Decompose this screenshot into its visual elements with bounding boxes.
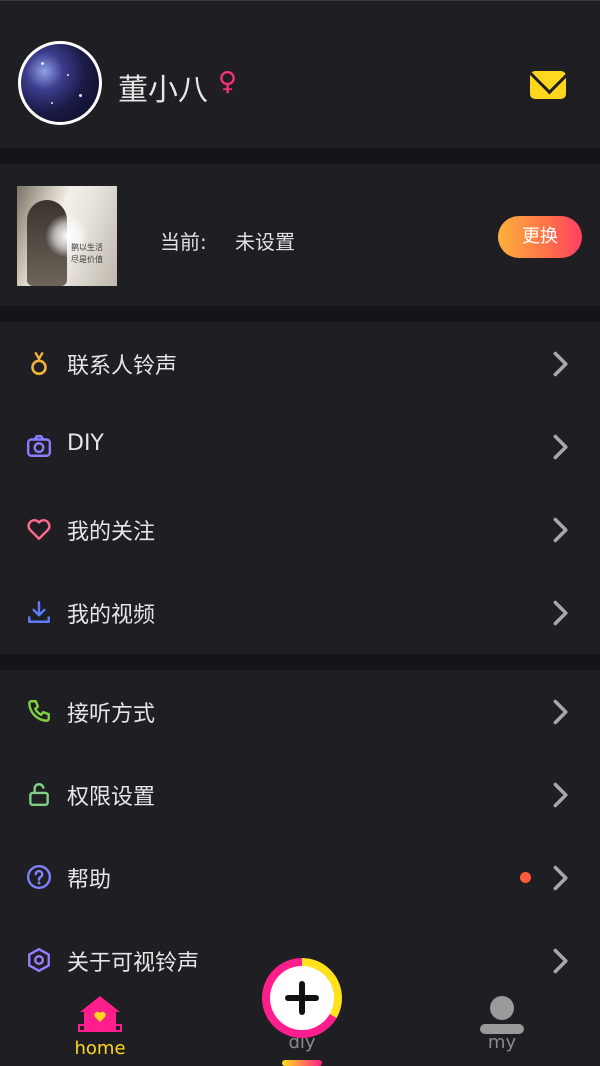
menu-item-answer-mode[interactable]: 接听方式 <box>0 670 600 753</box>
tab-home[interactable]: home <box>64 990 136 1059</box>
chevron-right-icon <box>553 434 568 460</box>
menu-item-help[interactable]: 帮助 <box>0 836 600 919</box>
current-value: 未设置 <box>235 230 295 254</box>
download-icon <box>28 601 50 623</box>
section-divider <box>0 654 600 670</box>
notification-dot <box>520 872 531 883</box>
avatar[interactable] <box>18 41 102 125</box>
section-divider <box>0 306 600 322</box>
username: 董小八 <box>118 73 208 108</box>
menu-group-1: 联系人铃声 DIY 我的关注 我的视频 <box>0 322 600 654</box>
chevron-right-icon <box>553 600 568 626</box>
menu-item-label: 联系人铃声 <box>67 354 178 379</box>
chevron-right-icon <box>553 948 568 974</box>
tab-home-label: home <box>74 1038 126 1059</box>
ringtone-cover-image[interactable]: 鹊以生活 尽是价值 <box>17 186 117 286</box>
menu-item-label: 我的视频 <box>67 603 156 628</box>
menu-item-contact-ringtone[interactable]: 联系人铃声 <box>0 322 600 405</box>
menu-item-my-follows[interactable]: 我的关注 <box>0 488 600 571</box>
chevron-right-icon <box>553 517 568 543</box>
add-diy-button[interactable] <box>262 958 342 1038</box>
tab-my-label: my <box>487 1032 517 1053</box>
chevron-right-icon <box>553 351 568 377</box>
chevron-right-icon <box>553 782 568 808</box>
menu-item-label: 帮助 <box>67 868 112 893</box>
camera-icon <box>26 435 52 457</box>
home-icon <box>78 996 122 1032</box>
gender-female-icon: ♀ <box>218 67 238 97</box>
user-icon <box>480 996 524 1034</box>
profile-header: 董小八 ♀ <box>0 0 600 148</box>
menu-item-label: 关于可视铃声 <box>67 951 200 976</box>
section-divider <box>0 148 600 164</box>
menu-group-2: 接听方式 权限设置 帮助 关于可视铃声 <box>0 670 600 1002</box>
change-button[interactable]: 更换 <box>498 216 582 258</box>
hexagon-icon <box>28 947 50 973</box>
menu-item-diy[interactable]: DIY <box>0 405 600 488</box>
home-indicator <box>282 1060 322 1066</box>
chevron-right-icon <box>553 699 568 725</box>
tab-my[interactable]: my <box>470 990 534 1053</box>
menu-item-label: 我的关注 <box>67 520 156 545</box>
menu-item-my-videos[interactable]: 我的视频 <box>0 571 600 654</box>
current-label: 当前: <box>160 230 207 254</box>
menu-item-permissions[interactable]: 权限设置 <box>0 753 600 836</box>
heart-icon <box>27 519 51 540</box>
plus-icon <box>270 966 334 1030</box>
mail-icon[interactable] <box>530 71 566 99</box>
help-icon <box>26 864 52 890</box>
menu-item-label: DIY <box>67 431 104 456</box>
phone-icon <box>28 700 50 722</box>
menu-item-label: 接听方式 <box>67 702 156 727</box>
chevron-right-icon <box>553 865 568 891</box>
menu-item-label: 权限设置 <box>67 785 156 810</box>
music-note-icon <box>31 352 47 376</box>
unlock-icon <box>29 783 49 807</box>
cover-caption: 鹊以生活 尽是价值 <box>71 243 103 264</box>
